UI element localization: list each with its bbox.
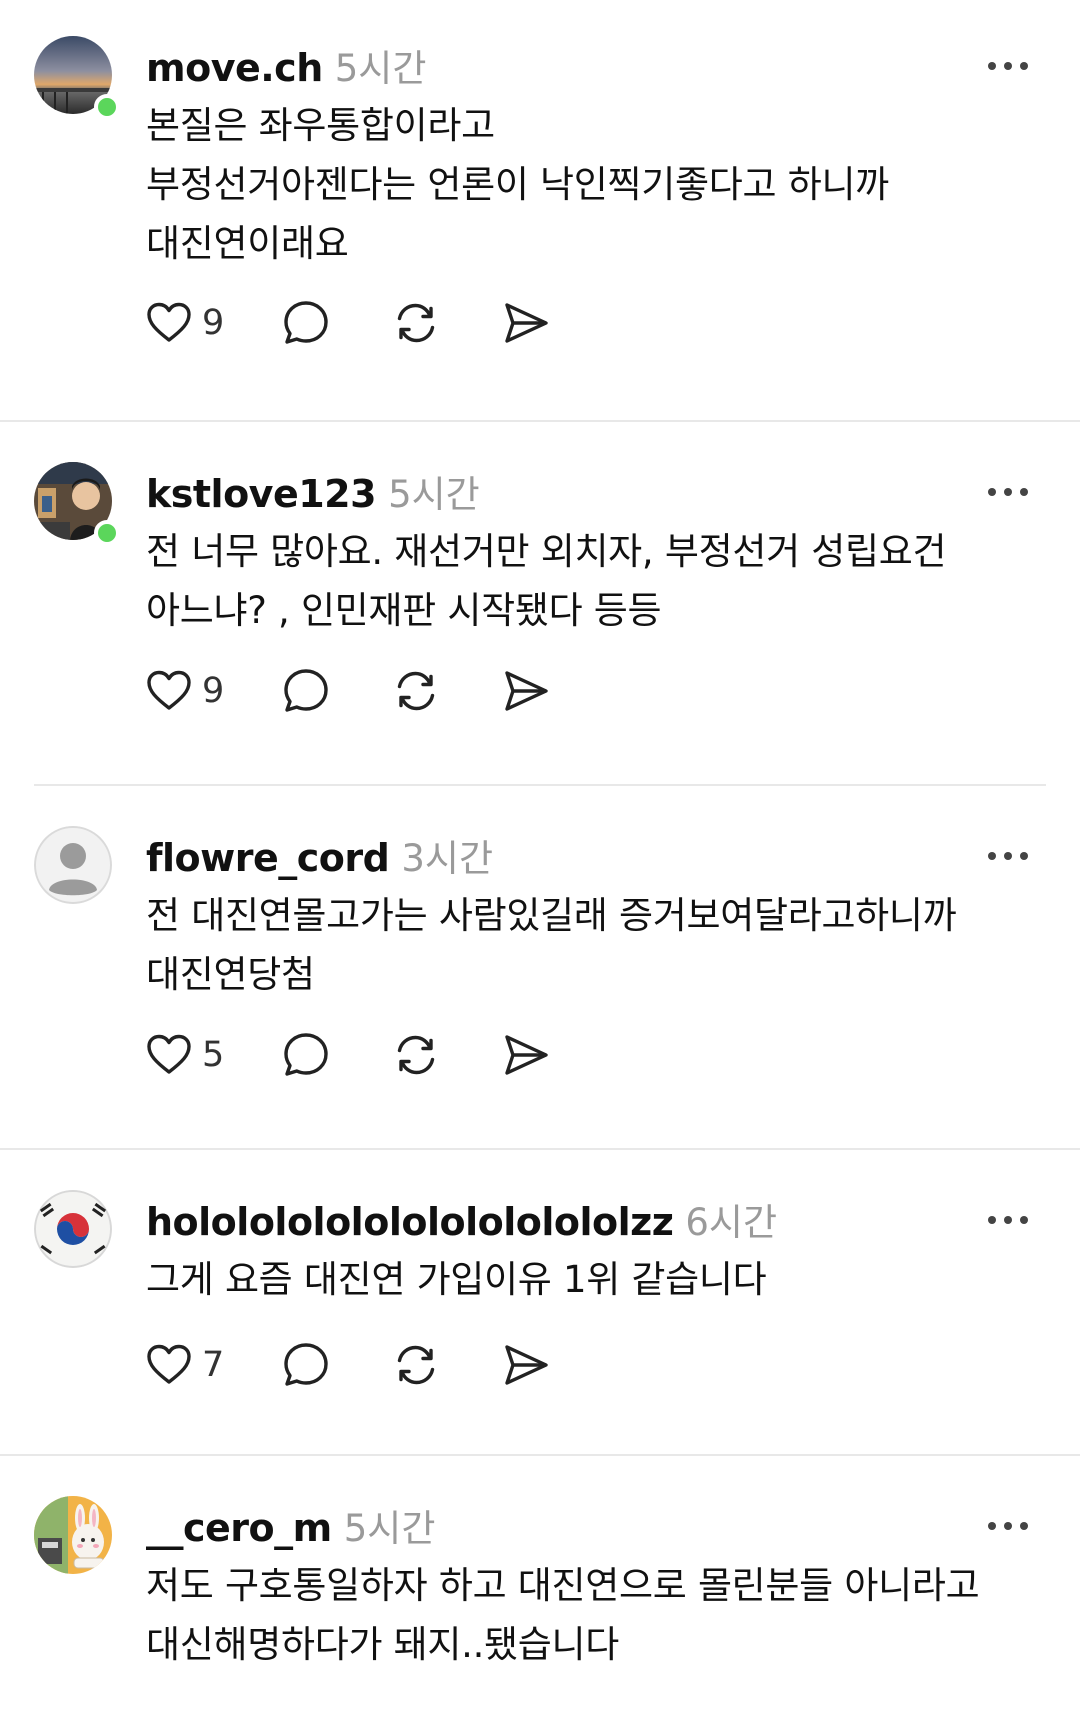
heart-icon [147,670,191,710]
post-time: 5시간 [343,1507,436,1550]
send-icon [505,671,548,711]
post-time: 3시간 [401,837,493,880]
repost-icon [397,1035,435,1075]
post-body: 전 대진연몰고가는 사람있길래 증거보여달라고하니까 대진연당첨 [146,886,1046,1004]
more-dots-icon[interactable] [988,1214,1028,1226]
reply-button[interactable] [282,1028,330,1082]
post-actions: 7 [146,1338,550,1392]
share-button[interactable] [502,1028,550,1082]
heart-icon [147,302,191,342]
post-text-line: 대진연이래요 [146,222,349,265]
reply-post: __cero_m 5시간 저도 구호통일하자 하고 대진연으로 몰린분들 아니라… [0,1454,1080,1726]
post-header: flowre_cord 3시간 [146,828,493,882]
post-body: 본질은 좌우통합이라고 부정선거아젠다는 언론이 낙인찍기좋다고 하니까 대진연… [146,96,1046,273]
reply-button[interactable] [282,1338,330,1392]
post-text-line: 부정선거아젠다는 언론이 낙인찍기좋다고 하니까 [146,163,889,206]
avatar[interactable] [34,462,120,546]
post-text-line: 대진연당첨 [146,953,315,996]
reply-post: move.ch 5시간 본질은 좌우통합이라고 부정선거아젠다는 언론이 낙인찍… [0,0,1080,420]
post-actions: 9 [146,664,550,718]
share-button[interactable] [502,296,550,350]
comment-icon [284,1343,328,1386]
reply-button[interactable] [282,664,330,718]
post-header: move.ch 5시간 [146,38,426,92]
avatar[interactable] [34,36,120,120]
avatar-image-taegeuk [34,1190,112,1268]
comment-icon [284,1033,328,1076]
like-button[interactable]: 9 [146,296,226,350]
like-button[interactable]: 7 [146,1338,226,1392]
comment-icon [284,669,328,712]
reply-post: hololololololololololololzz 6시간 그게 요즘 대진… [0,1148,1080,1454]
post-body: 저도 구호통일하자 하고 대진연으로 몰린분들 아니라고 대신해명하다가 돼지.… [146,1556,1046,1674]
send-icon [505,303,548,343]
avatar[interactable] [34,1496,112,1574]
more-dots-icon[interactable] [988,486,1028,498]
share-button[interactable] [502,664,550,718]
username[interactable]: hololololololololololololzz [146,1200,674,1244]
send-icon [505,1345,548,1385]
post-body: 전 너무 많아요. 재선거만 외치자, 부정선거 성립요건 아느냐? , 인민재… [146,522,1046,640]
post-text-line: 전 대진연몰고가는 사람있길래 증거보여달라고하니까 [146,894,957,937]
post-header: __cero_m 5시간 [146,1498,435,1552]
post-text-line: 전 너무 많아요. 재선거만 외치자, 부정선거 성립요건 [146,530,947,573]
repost-button[interactable] [392,296,440,350]
like-button[interactable]: 9 [146,664,226,718]
heart-icon [147,1344,191,1384]
username[interactable]: flowre_cord [146,836,390,880]
repost-button[interactable] [392,664,440,718]
avatar[interactable] [34,1190,112,1268]
post-body: 그게 요즘 대진연 가입이유 1위 같습니다 [146,1250,1046,1309]
more-dots-icon[interactable] [988,60,1028,72]
post-actions: 9 [146,296,550,350]
post-header: hololololololololololololzz 6시간 [146,1192,777,1246]
post-text-line: 저도 구호통일하자 하고 대진연으로 몰린분들 아니라고 [146,1564,980,1607]
repost-icon [397,303,435,343]
username[interactable]: kstlove123 [146,472,377,516]
post-text-line: 그게 요즘 대진연 가입이유 1위 같습니다 [146,1258,767,1301]
heart-icon [147,1034,191,1074]
like-count: 5 [202,1035,225,1075]
like-count: 7 [202,1345,225,1385]
like-count: 9 [202,303,225,343]
comment-icon [284,301,328,344]
post-time: 6시간 [685,1201,777,1244]
share-button[interactable] [502,1338,550,1392]
online-status-dot [94,520,120,546]
repost-icon [397,671,435,711]
username[interactable]: move.ch [146,46,323,90]
like-count: 9 [202,671,225,711]
reply-post: flowre_cord 3시간 전 대진연몰고가는 사람있길래 증거보여달라고하… [0,784,1080,1148]
post-time: 5시간 [388,473,480,516]
repost-button[interactable] [392,1028,440,1082]
post-text-line: 본질은 좌우통합이라고 [146,104,495,147]
default-avatar-icon [34,826,112,904]
username[interactable]: __cero_m [146,1506,332,1550]
repost-button[interactable] [392,1338,440,1392]
post-time: 5시간 [334,47,427,90]
online-status-dot [94,94,120,120]
post-header: kstlove123 5시간 [146,464,480,518]
post-text-line: 아느냐? , 인민재판 시작됐다 등등 [146,589,662,632]
repost-icon [397,1345,435,1385]
reply-post: kstlove123 5시간 전 너무 많아요. 재선거만 외치자, 부정선거 … [0,420,1080,784]
avatar[interactable] [34,826,112,904]
like-button[interactable]: 5 [146,1028,226,1082]
post-actions: 5 [146,1028,550,1082]
post-text-line: 대신해명하다가 돼지..됐습니다 [146,1623,620,1666]
more-dots-icon[interactable] [988,1520,1028,1532]
thread-replies-feed: move.ch 5시간 본질은 좌우통합이라고 부정선거아젠다는 언론이 낙인찍… [0,0,1080,1726]
send-icon [505,1035,548,1075]
reply-button[interactable] [282,296,330,350]
avatar-image-illustration [34,1496,112,1574]
more-dots-icon[interactable] [988,850,1028,862]
